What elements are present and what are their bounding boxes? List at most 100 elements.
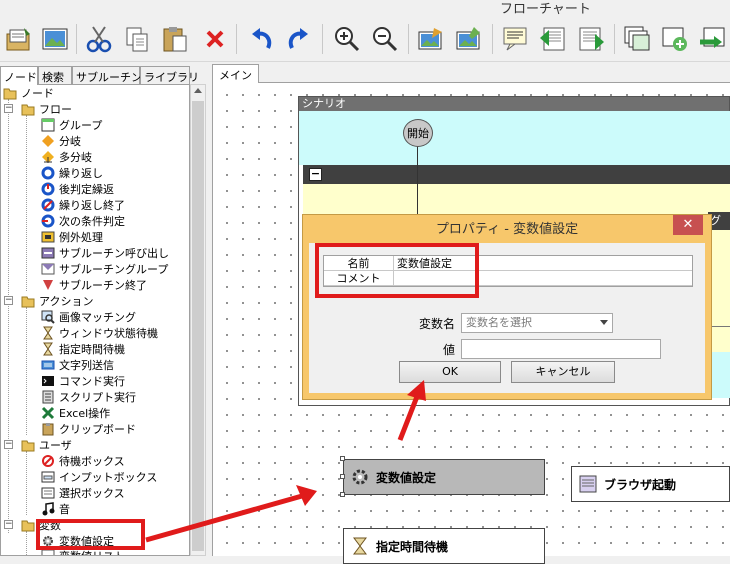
tree-item-sound[interactable]: 音 bbox=[41, 501, 70, 517]
tree-item-command[interactable]: コマンド実行 bbox=[41, 373, 125, 389]
selection-handle[interactable] bbox=[340, 474, 345, 479]
redo-icon[interactable] bbox=[282, 22, 316, 56]
tree-group-flow[interactable]: フロー bbox=[21, 101, 72, 117]
paste-icon[interactable] bbox=[158, 22, 192, 56]
next-condition-icon bbox=[41, 214, 55, 228]
cut-icon[interactable] bbox=[82, 22, 116, 56]
tree-line bbox=[26, 307, 27, 435]
post-loop-icon bbox=[41, 182, 55, 196]
tab-search[interactable]: 検索 bbox=[38, 66, 72, 84]
tree-item-label: コマンド実行 bbox=[59, 375, 125, 388]
move-icon[interactable] bbox=[696, 22, 730, 56]
select-box-icon bbox=[41, 486, 55, 500]
collapse-toggle[interactable]: − bbox=[4, 520, 13, 529]
excel-icon bbox=[41, 406, 55, 420]
tree-item-loop[interactable]: 繰り返し bbox=[41, 165, 103, 181]
tree-item-clipboard[interactable]: クリップボード bbox=[41, 421, 136, 437]
tree-item-post-loop[interactable]: 後判定繰返 bbox=[41, 181, 114, 197]
tab-node[interactable]: ノード bbox=[0, 66, 38, 85]
value-input[interactable] bbox=[461, 339, 661, 359]
delete-icon[interactable] bbox=[198, 22, 232, 56]
edit-image-icon[interactable] bbox=[414, 22, 448, 56]
flow-node-label: 指定時間待機 bbox=[376, 539, 449, 554]
tree-item-label: 選択ボックス bbox=[59, 487, 125, 500]
tree-item-wait-box[interactable]: 待機ボックス bbox=[41, 453, 125, 469]
tree-item-label: 待機ボックス bbox=[59, 455, 125, 468]
flow-node-browser[interactable]: ブラウザ起動 bbox=[571, 466, 730, 502]
tree-item-label: 多分岐 bbox=[59, 151, 92, 164]
scroll-thumb[interactable] bbox=[192, 101, 204, 551]
highlight-box-grid bbox=[315, 243, 479, 298]
tree-group-action[interactable]: アクション bbox=[21, 293, 93, 309]
tree-item-subroutine-call[interactable]: サブルーチン呼び出し bbox=[41, 245, 169, 261]
tree-item-subroutine-end[interactable]: サブルーチン終了 bbox=[41, 277, 147, 293]
tree-line bbox=[26, 115, 27, 291]
tree-item-excel[interactable]: Excel操作 bbox=[41, 405, 110, 421]
tree-scrollbar[interactable] bbox=[190, 84, 206, 556]
group-body-strip bbox=[710, 230, 730, 326]
script-icon bbox=[41, 390, 55, 404]
tree-root[interactable]: ノード bbox=[3, 85, 54, 101]
zoom-out-icon[interactable] bbox=[368, 22, 402, 56]
tree-line bbox=[26, 531, 27, 555]
clipboard-icon bbox=[41, 422, 55, 436]
keyboard-icon bbox=[41, 358, 55, 372]
gear-icon bbox=[350, 467, 370, 487]
music-note-icon bbox=[41, 502, 55, 516]
tree-item-script[interactable]: スクリプト実行 bbox=[41, 389, 136, 405]
copy-icon[interactable] bbox=[120, 22, 154, 56]
close-button[interactable]: ✕ bbox=[673, 215, 703, 235]
tree-item-window-wait[interactable]: ウィンドウ状態待機 bbox=[41, 325, 158, 341]
tab-library[interactable]: ライブラリ bbox=[140, 66, 199, 84]
add-icon[interactable] bbox=[658, 22, 692, 56]
collapse-toggle[interactable]: − bbox=[4, 440, 13, 449]
tree-item-exception[interactable]: 例外処理 bbox=[41, 229, 103, 245]
stack-icon[interactable] bbox=[620, 22, 654, 56]
terminal-icon bbox=[41, 374, 55, 388]
tree-line bbox=[26, 451, 27, 515]
collapse-group-button[interactable]: − bbox=[309, 168, 322, 181]
tree-item-group[interactable]: グループ bbox=[41, 117, 102, 133]
tree-item-branch[interactable]: 分岐 bbox=[41, 133, 81, 149]
browser-icon bbox=[578, 474, 598, 494]
tree-item-multi-branch[interactable]: 多分岐 bbox=[41, 149, 92, 165]
variable-name-select[interactable]: 変数名を選択 bbox=[461, 313, 613, 333]
tree-item-subroutine-group[interactable]: サブルーチングループ bbox=[41, 261, 168, 277]
tree-item-loop-end[interactable]: 繰り返し終了 bbox=[41, 197, 125, 213]
selection-handle[interactable] bbox=[340, 456, 345, 461]
tree-item-send-string[interactable]: 文字列送信 bbox=[41, 357, 114, 373]
tree-item-time-wait[interactable]: 指定時間待機 bbox=[41, 341, 125, 357]
toolbar-separator bbox=[492, 24, 493, 54]
scroll-up-arrow[interactable] bbox=[194, 88, 202, 93]
tree-item-label: 分岐 bbox=[59, 135, 81, 148]
zoom-in-icon[interactable] bbox=[330, 22, 364, 56]
tree-item-label: 次の条件判定 bbox=[59, 215, 125, 228]
ok-button[interactable]: OK bbox=[399, 361, 501, 383]
flow-node-variable-set[interactable]: 変数値設定 bbox=[343, 459, 545, 495]
tab-subroutine[interactable]: サブルーチン bbox=[72, 66, 142, 84]
collapse-toggle[interactable]: − bbox=[4, 104, 13, 113]
selection-handle[interactable] bbox=[340, 492, 345, 497]
step-out-icon[interactable] bbox=[574, 22, 608, 56]
tree-item-image-match[interactable]: 画像マッチング bbox=[41, 309, 136, 325]
tree-item-next-condition[interactable]: 次の条件判定 bbox=[41, 213, 125, 229]
tree-item-select-box[interactable]: 選択ボックス bbox=[41, 485, 125, 501]
value-label: 値 bbox=[442, 343, 455, 357]
tree-item-label: スクリプト実行 bbox=[59, 391, 136, 404]
tree-item-label: 文字列送信 bbox=[59, 359, 114, 372]
open-icon[interactable] bbox=[2, 22, 36, 56]
flow-node-time-wait[interactable]: 指定時間待機 bbox=[343, 528, 545, 564]
tree-item-input-box[interactable]: インプットボックス bbox=[41, 469, 157, 485]
edit-image2-icon[interactable] bbox=[452, 22, 486, 56]
comment-icon[interactable] bbox=[498, 22, 532, 56]
undo-icon[interactable] bbox=[244, 22, 278, 56]
cancel-button[interactable]: キャンセル bbox=[511, 361, 615, 383]
step-in-icon[interactable] bbox=[536, 22, 570, 56]
tree-group-user[interactable]: ユーザ bbox=[21, 437, 72, 453]
tab-main[interactable]: メイン bbox=[212, 64, 259, 83]
node-tree: ノード − フロー グループ 分岐 多分岐 繰り返し 後判定繰返 繰り返し終了 … bbox=[0, 84, 190, 556]
left-panel-tabs: ノード 検索 サブルーチン ライブラリ bbox=[0, 66, 206, 85]
image-icon[interactable] bbox=[38, 22, 72, 56]
collapse-toggle[interactable]: − bbox=[4, 296, 13, 305]
start-node[interactable]: 開始 bbox=[403, 119, 433, 147]
